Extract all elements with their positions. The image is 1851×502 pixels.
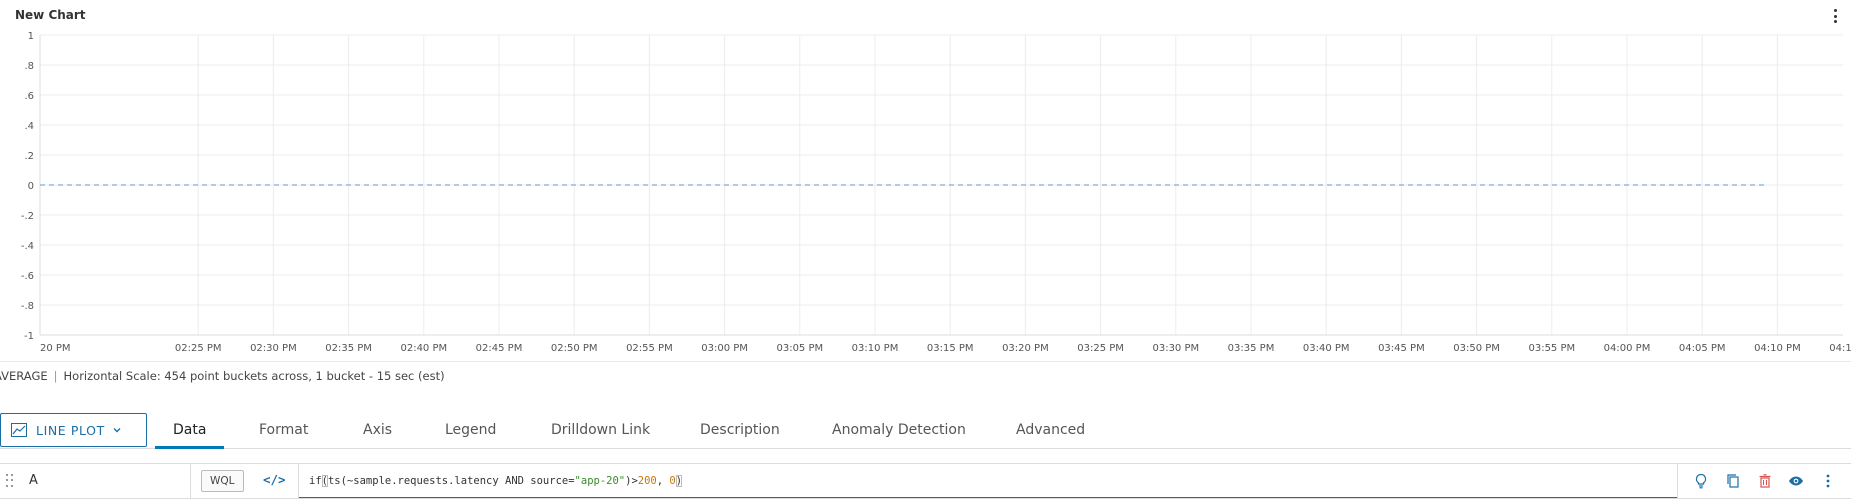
chart-plot-area[interactable]: 1 .8 .6 .4 .2 0 -.2 -.4 -.6 -.8 -1 20 PM 02:25 PM 02:… [0, 0, 1851, 361]
x-tick-label: 02:45 PM [476, 343, 523, 354]
query-threshold: 200 [637, 475, 657, 487]
chart-summary: AVERAGE|Horizontal Scale: 454 point buck… [0, 369, 445, 385]
x-tick-label: 03:20 PM [1002, 343, 1049, 354]
y-tick-label: .6 [24, 91, 34, 102]
x-tick-label: 03:05 PM [776, 343, 823, 354]
lightbulb-icon[interactable] [1693, 473, 1709, 489]
query-language-badge[interactable]: WQL [201, 470, 244, 492]
y-tick-label: .2 [24, 151, 34, 162]
y-tick-label: -1 [24, 331, 34, 342]
query-input[interactable]: if(ts(~sample.requests.latency AND sourc… [299, 464, 1677, 498]
y-tick-label: -.6 [21, 271, 34, 282]
x-tick-label: 04:05 PM [1679, 343, 1726, 354]
copy-icon[interactable] [1725, 473, 1741, 489]
x-tick-label: 03:35 PM [1228, 343, 1275, 354]
code-toggle-icon[interactable]: </> [263, 472, 286, 487]
chart-panel: New Chart 1.8.6.4.2 0 -.2 -.4 -.6 -.8 -1 20 PM 0… [0, 0, 1851, 362]
tab-advanced[interactable]: Advanced [1016, 412, 1085, 448]
delete-icon[interactable] [1757, 473, 1773, 489]
query-ts: ts [327, 475, 341, 487]
x-tick-label: 02:35 PM [325, 343, 372, 354]
tab-format[interactable]: Format [259, 412, 308, 448]
x-tick-label: 02:50 PM [551, 343, 598, 354]
x-tick-label: 03:50 PM [1453, 343, 1500, 354]
tab-axis[interactable]: Axis [363, 412, 392, 448]
x-tick-label: 04:10 PM [1754, 343, 1801, 354]
x-tick-label: 03:45 PM [1378, 343, 1425, 354]
x-tick-label: 02:55 PM [626, 343, 673, 354]
y-tick-label: 0 [28, 181, 34, 192]
y-tick-label: 1 [28, 31, 34, 42]
editor-tabs: LINE PLOT Data Format Axis Legend Drilld… [0, 412, 1851, 449]
y-tick-label: .8 [24, 61, 34, 72]
y-tick-label: -.2 [21, 211, 34, 222]
visibility-eye-icon[interactable] [1788, 473, 1804, 489]
x-tick-label: 20 PM [40, 343, 71, 354]
chevron-down-icon [113, 428, 121, 433]
y-tick-label: .4 [24, 121, 34, 132]
x-tick-label: 02:30 PM [250, 343, 297, 354]
query-menu-kebab-icon[interactable] [1820, 473, 1836, 489]
query-source: "app-20" [574, 475, 626, 487]
x-tick-label: 04:15 PM [1829, 343, 1851, 354]
x-tick-label: 02:25 PM [175, 343, 222, 354]
query-row: A WQL </> if(ts(~sample.requests.latency… [0, 463, 1851, 499]
x-tick-label: 03:40 PM [1303, 343, 1350, 354]
tab-data[interactable]: Data [154, 412, 226, 449]
x-tick-label: 03:00 PM [701, 343, 748, 354]
horizontal-scale-label: Horizontal Scale: 454 point buckets acro… [63, 369, 445, 383]
x-tick-label: 03:10 PM [852, 343, 899, 354]
tab-drilldown-link[interactable]: Drilldown Link [551, 412, 650, 448]
drag-handle-icon[interactable] [6, 474, 14, 488]
y-tick-label: -.4 [21, 241, 34, 252]
plot-type-dropdown[interactable]: LINE PLOT [0, 413, 147, 447]
y-tick-label: -.8 [21, 301, 34, 312]
x-tick-label: 03:55 PM [1528, 343, 1575, 354]
x-tick-label: 04:00 PM [1604, 343, 1651, 354]
line-plot-icon [11, 423, 27, 437]
aggregation-label: AVERAGE [0, 369, 48, 383]
query-else-value: 0 [669, 475, 676, 487]
x-tick-label: 03:15 PM [927, 343, 974, 354]
x-tick-label: 03:25 PM [1077, 343, 1124, 354]
tab-anomaly-detection[interactable]: Anomaly Detection [832, 412, 966, 448]
plot-type-label: LINE PLOT [36, 422, 105, 438]
query-name[interactable]: A [29, 473, 38, 488]
query-metric: ~sample.requests.latency AND source= [346, 475, 575, 487]
tab-legend[interactable]: Legend [445, 412, 496, 448]
x-tick-label: 02:40 PM [400, 343, 447, 354]
query-fn: if [309, 475, 322, 487]
tab-description[interactable]: Description [700, 412, 780, 448]
x-tick-label: 03:30 PM [1152, 343, 1199, 354]
